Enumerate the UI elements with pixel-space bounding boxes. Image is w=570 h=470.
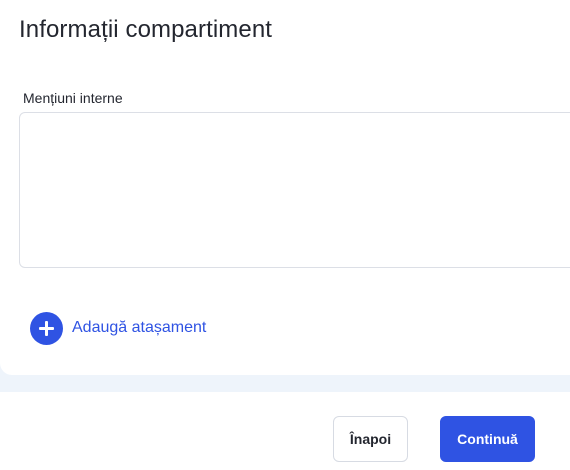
back-button[interactable]: Înapoi [333,416,408,462]
compartment-info-card: Informații compartiment Mențiuni interne… [0,0,570,375]
plus-circle-icon [30,311,63,345]
add-attachment-label: Adaugă atașament [72,319,207,336]
add-attachment-button[interactable]: Adaugă atașament [30,311,206,345]
internal-notes-textarea[interactable] [19,112,570,268]
page: Informații compartiment Mențiuni interne… [0,0,570,470]
continue-button[interactable]: Continuă [440,416,535,462]
footer-actions: Înapoi Continuă [0,392,570,470]
section-title: Informații compartiment [19,16,273,43]
internal-notes-label: Mențiuni interne [23,90,123,106]
